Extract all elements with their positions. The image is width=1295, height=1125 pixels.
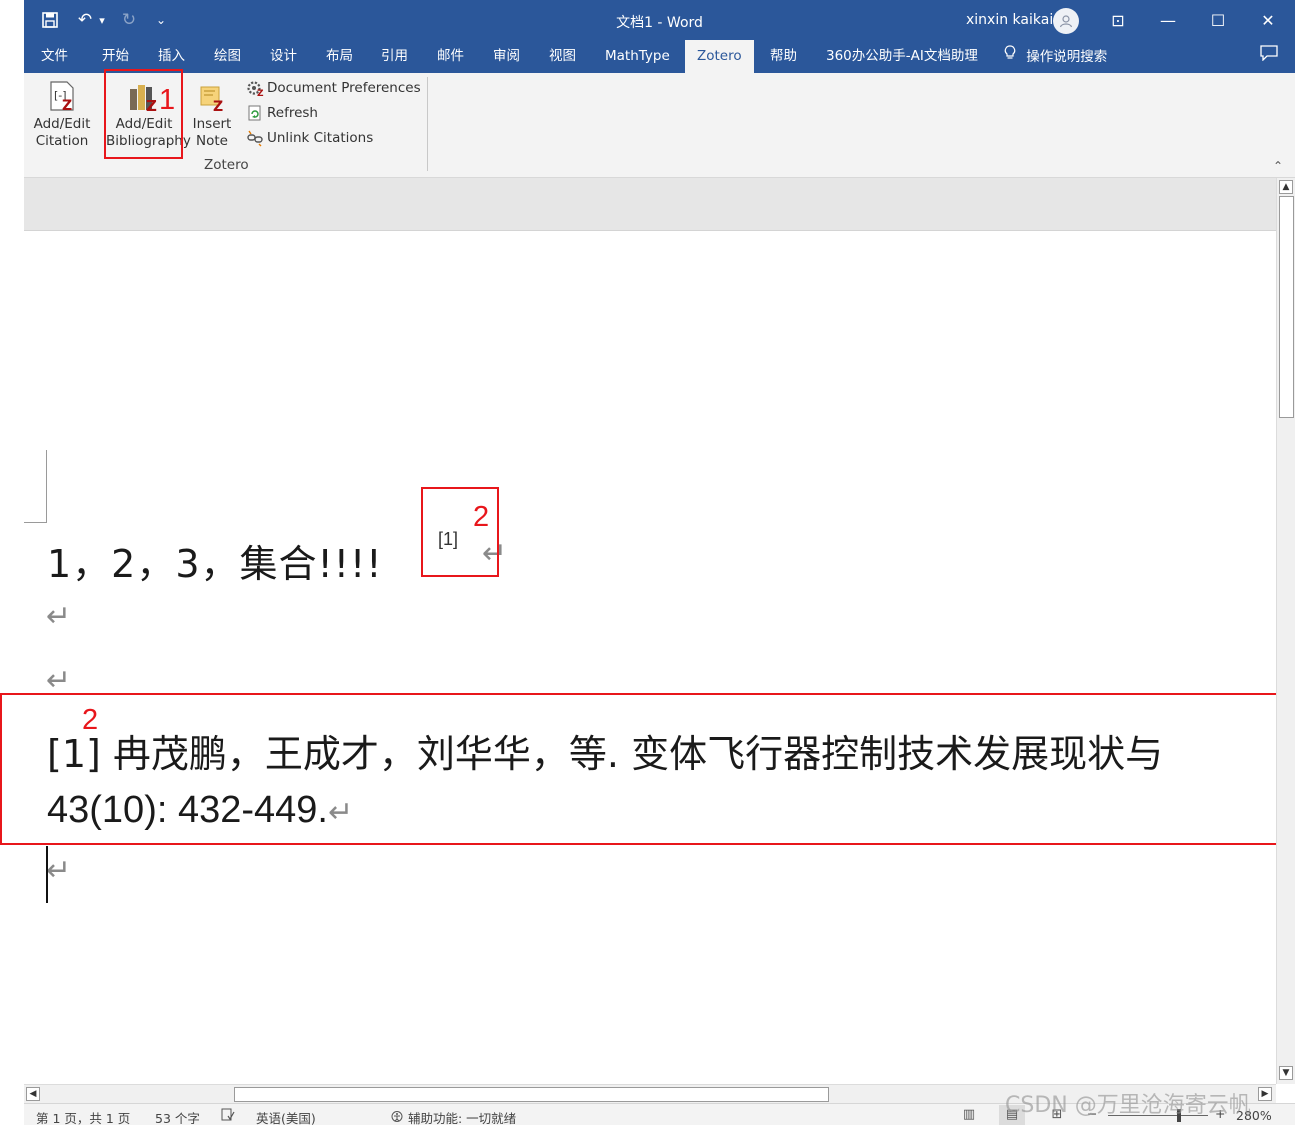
add-edit-citation-label: Add/Edit Citation (33, 116, 91, 149)
gear-icon: Z (246, 79, 264, 99)
tab-zotero[interactable]: Zotero (685, 40, 754, 73)
citation-icon: [-] Z (45, 79, 79, 114)
insert-note-button[interactable]: Z Insert Note (188, 79, 236, 150)
accessibility-status[interactable]: 辅助功能: 一切就绪 (390, 1108, 516, 1125)
accessibility-label: 辅助功能: 一切就绪 (407, 1111, 517, 1125)
unlink-citations-label: Unlink Citations (267, 130, 374, 146)
paragraph-text[interactable]: 1，2，3，集合!!!! (47, 533, 382, 588)
close-button[interactable]: ✕ (1248, 5, 1288, 35)
refresh-icon (246, 104, 264, 122)
tab-layout[interactable]: 布局 (326, 40, 353, 73)
crop-mark (24, 522, 47, 523)
ribbon-group-separator (427, 77, 428, 171)
word-count[interactable]: 53 个字 (155, 1108, 200, 1125)
svg-text:Z: Z (257, 89, 264, 97)
note-icon: Z (195, 79, 229, 115)
unlink-citations-button[interactable]: Unlink Citations (246, 127, 373, 149)
refresh-button[interactable]: Refresh (246, 102, 318, 124)
annotation-number-2: 2 (473, 501, 490, 533)
horizontal-scroll-thumb[interactable] (234, 1087, 829, 1102)
scroll-left-icon[interactable]: ◀ (26, 1087, 40, 1101)
ribbon-display-options-icon[interactable]: ⊡ (1098, 5, 1138, 35)
vertical-scroll-thumb[interactable] (1279, 196, 1294, 418)
comments-icon[interactable] (1256, 45, 1282, 67)
tab-mathtype[interactable]: MathType (605, 40, 670, 73)
add-edit-citation-button[interactable]: [-] Z Add/Edit Citation (30, 79, 94, 150)
refresh-label: Refresh (267, 105, 318, 121)
document-top-margin (24, 178, 1276, 231)
proofing-icon[interactable] (221, 1108, 235, 1124)
lightbulb-icon (1004, 40, 1022, 73)
annotation-box-2-bibliography (0, 693, 1295, 845)
vertical-scrollbar[interactable]: ▲ ▼ (1276, 178, 1295, 1084)
tell-me-search[interactable]: 操作说明搜索 (1004, 40, 1107, 73)
title-bar: ↶ ▾ ↻ ⌄ 文档1 - Word xinxin kaikai ⊡ — ☐ ✕ (24, 0, 1295, 40)
collapse-ribbon-icon[interactable]: ⌃ (1273, 159, 1283, 173)
user-name[interactable]: xinxin kaikai (966, 12, 1053, 28)
tell-me-label: 操作说明搜索 (1026, 49, 1108, 65)
save-icon[interactable] (38, 8, 62, 32)
customize-qat-icon[interactable]: ⌄ (152, 8, 170, 32)
document-preferences-label: Document Preferences (267, 80, 421, 96)
page-count[interactable]: 第 1 页，共 1 页 (36, 1108, 130, 1125)
scroll-down-icon[interactable]: ▼ (1279, 1066, 1293, 1080)
annotation-number-1: 1 (159, 84, 176, 116)
tab-mailings[interactable]: 邮件 (437, 40, 464, 73)
user-avatar-icon[interactable] (1053, 8, 1079, 34)
tab-view[interactable]: 视图 (549, 40, 576, 73)
redo-icon[interactable]: ↻ (118, 8, 140, 32)
tab-360-assistant[interactable]: 360办公助手-AI文档助理 (826, 40, 978, 73)
unlink-icon (246, 129, 264, 147)
watermark: CSDN @万里沧海寄云帆 (1005, 1093, 1251, 1118)
text-cursor (46, 846, 48, 903)
ribbon-zotero-panel: [-] Z Add/Edit Citation Z Add/Edit Biblio… (24, 73, 1295, 178)
svg-text:Z: Z (213, 99, 223, 113)
scroll-up-icon[interactable]: ▲ (1279, 180, 1293, 194)
crop-mark (46, 450, 47, 523)
accessibility-icon (390, 1111, 408, 1125)
tab-review[interactable]: 审阅 (493, 40, 520, 73)
paragraph-mark: ↵ (46, 853, 72, 888)
ribbon-tabs: 文件 开始 插入 绘图 设计 布局 引用 邮件 审阅 视图 MathType Z… (24, 40, 1295, 73)
insert-note-label: Insert Note (192, 116, 232, 149)
minimize-button[interactable]: — (1148, 5, 1188, 35)
tab-draw[interactable]: 绘图 (214, 40, 241, 73)
tab-references[interactable]: 引用 (381, 40, 408, 73)
document-page[interactable]: 1，2，3，集合!!!! [1] ↵ ↵ ↵ [1] 冉茂鹏，王成才，刘华华，等… (24, 231, 1276, 1084)
tab-help[interactable]: 帮助 (770, 40, 797, 73)
scroll-right-icon[interactable]: ▶ (1258, 1087, 1272, 1101)
paragraph-mark: ↵ (46, 599, 72, 634)
undo-dropdown-icon[interactable]: ▾ (96, 8, 108, 32)
annotation-number-2: 2 (82, 704, 99, 736)
language-indicator[interactable]: 英语(美国) (256, 1108, 316, 1125)
tab-design[interactable]: 设计 (270, 40, 297, 73)
svg-text:Z: Z (62, 98, 72, 113)
document-preferences-button[interactable]: Z Document Preferences (246, 77, 421, 99)
ribbon-group-label: Zotero (204, 157, 249, 173)
undo-icon[interactable]: ↶ (74, 8, 96, 32)
read-mode-icon[interactable]: ▥ (956, 1105, 982, 1125)
maximize-button[interactable]: ☐ (1198, 5, 1238, 35)
tab-file[interactable]: 文件 (41, 40, 68, 73)
